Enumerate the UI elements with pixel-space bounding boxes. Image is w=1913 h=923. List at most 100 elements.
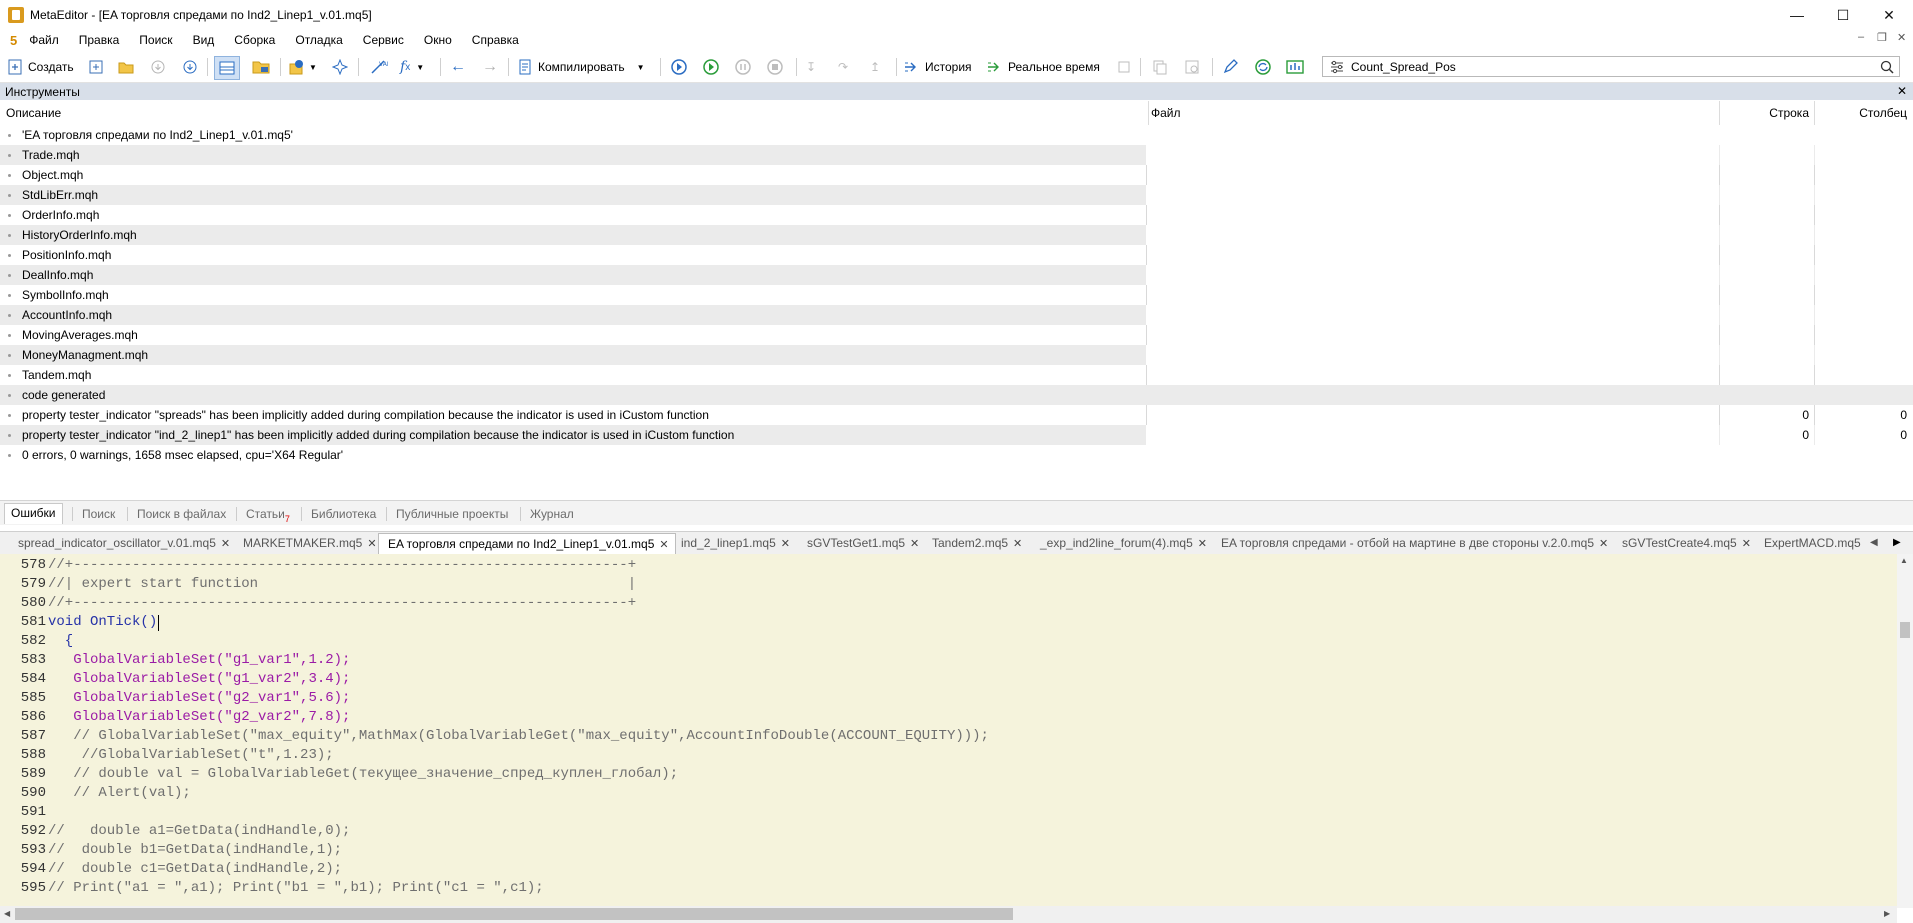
file-tab[interactable]: MARKETMAKER.mq5 ✕	[243, 533, 377, 553]
file-tab[interactable]: EA торговля спредами - отбой на мартине …	[1221, 533, 1608, 553]
market-icon[interactable]: ▼	[288, 57, 317, 77]
tabs-scroll-right-icon[interactable]: ▶	[1893, 533, 1901, 553]
close-tab-icon[interactable]: ✕	[1742, 538, 1751, 550]
navigator-icon[interactable]	[252, 57, 270, 77]
table-row[interactable]: DealInfo.mqh	[0, 265, 1913, 285]
realtime-button[interactable]: Реальное время	[987, 57, 1100, 77]
minimize-button[interactable]: —	[1774, 0, 1820, 30]
history-button[interactable]: История	[904, 57, 972, 77]
code-line[interactable]: GlobalVariableSet("g1_var2",3.4);	[48, 671, 350, 687]
code-line[interactable]: GlobalVariableSet("g1_var1",1.2);	[48, 652, 350, 668]
close-tab-icon[interactable]: ✕	[367, 538, 376, 550]
styler-icon[interactable]	[332, 57, 348, 77]
sync-icon[interactable]	[1254, 57, 1272, 77]
maximize-button[interactable]: ☐	[1820, 0, 1866, 30]
tabs-scroll-left-icon[interactable]: ◀	[1870, 533, 1878, 553]
mdi-close-button[interactable]: ✕	[1897, 31, 1906, 44]
code-line[interactable]: {	[48, 633, 73, 649]
menu-file[interactable]: Файл	[29, 33, 59, 47]
code-line[interactable]: GlobalVariableSet("g2_var1",5.6);	[48, 690, 350, 706]
copy-icon[interactable]	[1152, 57, 1168, 77]
code-line[interactable]: void OnTick()	[48, 614, 157, 630]
editor-vertical-scrollbar[interactable]: ▲	[1897, 554, 1913, 908]
horizontal-scroll-thumb[interactable]	[15, 908, 1013, 920]
terminal-icon[interactable]	[1286, 57, 1304, 77]
stop-profiling-icon[interactable]	[1118, 57, 1130, 77]
create-button[interactable]: Создать	[8, 57, 74, 77]
back-arrow-icon[interactable]: ←	[450, 57, 466, 77]
compile-dropdown-icon[interactable]: ▼	[637, 63, 645, 72]
scroll-up-icon[interactable]: ▲	[1900, 556, 1908, 565]
search-input[interactable]	[1351, 58, 1851, 75]
code-line[interactable]: // double b1=GetData(indHandle,1);	[48, 842, 342, 858]
debug-start-icon[interactable]	[670, 57, 688, 77]
code-line[interactable]: // double val = GlobalVariableGet(текуще…	[48, 766, 678, 782]
menu-window[interactable]: Окно	[424, 33, 452, 47]
table-row[interactable]: MoneyManagment.mqh	[0, 345, 1913, 365]
table-row[interactable]: 'EA торговля спредами по Ind2_Linep1_v.0…	[0, 125, 1913, 145]
scroll-right-icon[interactable]: ▶	[1884, 909, 1890, 918]
open-folder-icon[interactable]	[118, 57, 134, 77]
tab-library[interactable]: Библиотека	[305, 505, 382, 523]
table-row[interactable]: Tandem.mqh	[0, 365, 1913, 385]
stop-icon[interactable]	[766, 57, 784, 77]
code-line[interactable]: // GlobalVariableSet("max_equity",MathMa…	[48, 728, 989, 744]
table-row[interactable]: 0 errors, 0 warnings, 1658 msec elapsed,…	[0, 445, 1913, 465]
search-options-icon[interactable]	[1329, 60, 1345, 74]
insert-function-icon[interactable]: f x ▼	[400, 57, 424, 77]
file-tab[interactable]: sGVTestCreate4.mq5 ✕	[1622, 533, 1751, 553]
mdi-minimize-button[interactable]: –	[1858, 31, 1864, 43]
step-over-icon[interactable]: ↷	[838, 57, 848, 77]
close-tab-icon[interactable]: ✕	[1599, 538, 1608, 550]
tab-journal[interactable]: Журнал	[524, 505, 580, 523]
close-tab-icon[interactable]: ✕	[910, 538, 919, 550]
tab-errors[interactable]: Ошибки	[4, 503, 63, 524]
pen-icon[interactable]	[1222, 57, 1238, 77]
debug-history-icon[interactable]	[702, 57, 720, 77]
table-row[interactable]: HistoryOrderInfo.mqh	[0, 225, 1913, 245]
close-tab-icon[interactable]: ✕	[1198, 538, 1207, 550]
column-line[interactable]: Строка	[1769, 106, 1809, 120]
file-tab[interactable]: ExpertMACD.mq5	[1764, 533, 1861, 553]
save-all-icon[interactable]	[182, 57, 198, 77]
code-line[interactable]: // Alert(val);	[48, 785, 191, 801]
toolbox-close-icon[interactable]: ✕	[1897, 84, 1907, 98]
menu-help[interactable]: Справка	[472, 33, 519, 47]
new-item-icon[interactable]	[88, 57, 104, 77]
search-icon[interactable]	[1880, 60, 1894, 74]
table-row[interactable]: SymbolInfo.mqh	[0, 285, 1913, 305]
toolbox-toggle-icon[interactable]	[214, 56, 240, 80]
file-tab[interactable]: spread_indicator_oscillator_v.01.mq5 ✕	[18, 533, 230, 553]
close-tab-icon[interactable]: ✕	[1013, 538, 1022, 550]
code-editor[interactable]: 578 //+---------------------------------…	[0, 554, 1897, 908]
column-description[interactable]: Описание	[6, 106, 61, 120]
table-row[interactable]: property tester_indicator "spreads" has …	[0, 405, 1913, 425]
file-tab[interactable]: _exp_ind2line_forum(4).mq5 ✕	[1040, 533, 1207, 553]
code-line[interactable]: GlobalVariableSet("g2_var2",7.8);	[48, 709, 350, 725]
mdi-restore-button[interactable]: ❐	[1877, 31, 1887, 44]
table-row[interactable]: PositionInfo.mqh	[0, 245, 1913, 265]
file-tab[interactable]: ind_2_linep1.mq5 ✕	[681, 533, 790, 553]
save-icon[interactable]	[150, 57, 166, 77]
close-tab-icon[interactable]: ✕	[781, 538, 790, 550]
code-line[interactable]: // double c1=GetData(indHandle,2);	[48, 861, 342, 877]
code-line[interactable]: //+-------------------------------------…	[48, 557, 636, 573]
tab-search-in-files[interactable]: Поиск в файлах	[131, 505, 232, 523]
forward-arrow-icon[interactable]: →	[482, 57, 498, 77]
close-tab-icon[interactable]: ✕	[221, 538, 230, 550]
file-tab[interactable]: Tandem2.mq5 ✕	[932, 533, 1022, 553]
tab-public-projects[interactable]: Публичные проекты	[390, 505, 514, 523]
pause-icon[interactable]	[734, 57, 752, 77]
table-row[interactable]: Trade.mqh	[0, 145, 1913, 165]
code-line[interactable]: // Print("a1 = ",a1); Print("b1 = ",b1);…	[48, 880, 544, 896]
menu-build[interactable]: Сборка	[234, 33, 275, 47]
insert-resource-icon[interactable]: VAR	[370, 57, 388, 77]
close-window-button[interactable]: ✕	[1866, 0, 1912, 30]
menu-view[interactable]: Вид	[193, 33, 215, 47]
compile-button[interactable]: Компилировать ▼	[518, 57, 645, 77]
column-file[interactable]: Файл	[1151, 106, 1181, 120]
compare-icon[interactable]	[1184, 57, 1200, 77]
table-row[interactable]: AccountInfo.mqh	[0, 305, 1913, 325]
code-line[interactable]: //+-------------------------------------…	[48, 595, 636, 611]
menu-debug[interactable]: Отладка	[295, 33, 342, 47]
